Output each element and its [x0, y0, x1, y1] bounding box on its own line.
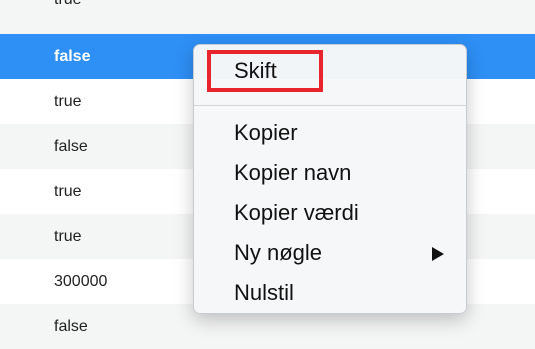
list-row[interactable]: true [0, 0, 535, 34]
menu-item-kopier[interactable]: Kopier [234, 118, 298, 148]
menu-item-skift[interactable]: Skift [234, 56, 277, 86]
row-value: true [54, 93, 82, 110]
row-value: true [54, 228, 82, 245]
menu-item-kopier-vaerdi[interactable]: Kopier værdi [234, 198, 359, 228]
context-menu: Skift Kopier Kopier navn Kopier værdi Ny… [193, 44, 467, 314]
menu-item-nulstil[interactable]: Nulstil [234, 278, 294, 308]
triangle-right-icon [432, 247, 444, 261]
row-value: true [54, 0, 82, 8]
row-value: false [54, 318, 88, 335]
menu-item-kopier-navn[interactable]: Kopier navn [234, 158, 351, 188]
row-value: false [54, 138, 88, 155]
row-value: true [54, 183, 82, 200]
menu-item-ny-noegle[interactable]: Ny nøgle [234, 238, 322, 268]
row-value: false [54, 48, 91, 65]
menu-separator [194, 105, 466, 106]
row-value: 300000 [54, 273, 108, 290]
